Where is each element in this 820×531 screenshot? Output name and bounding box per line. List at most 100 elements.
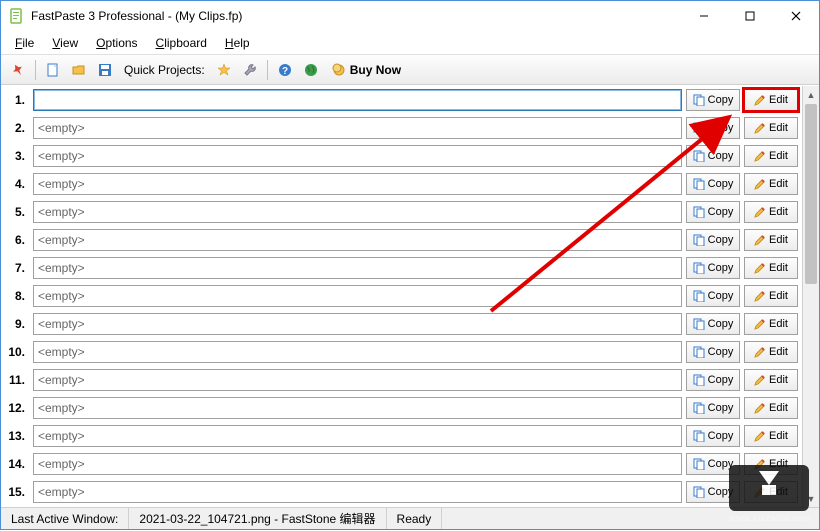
globe-icon[interactable] <box>300 59 322 81</box>
copy-button[interactable]: Copy <box>686 285 740 307</box>
coin-icon <box>332 63 346 77</box>
edit-button[interactable]: Edit <box>744 257 798 279</box>
clip-input[interactable]: <empty> <box>33 369 682 391</box>
scroll-up-icon[interactable]: ▲ <box>803 86 819 103</box>
edit-button[interactable]: Edit <box>744 369 798 391</box>
open-folder-icon[interactable] <box>68 59 90 81</box>
toolbar: Quick Projects: ? Buy Now <box>1 55 819 85</box>
clip-row: 12.<empty>CopyEdit <box>1 394 802 422</box>
clip-input[interactable]: <empty> <box>33 285 682 307</box>
clip-input[interactable]: <empty> <box>33 173 682 195</box>
copy-button[interactable]: Copy <box>686 145 740 167</box>
copy-button[interactable]: Copy <box>686 397 740 419</box>
scroll-thumb[interactable] <box>805 104 817 284</box>
clip-row: 1. CopyEdit <box>1 86 802 114</box>
wrench-icon[interactable] <box>239 59 261 81</box>
row-number: 9. <box>1 317 29 331</box>
edit-button[interactable]: Edit <box>744 453 798 475</box>
buy-now-button[interactable]: Buy Now <box>326 61 407 79</box>
separator <box>35 60 36 80</box>
copy-button[interactable]: Copy <box>686 201 740 223</box>
clip-row: 14. <empty>CopyEdit <box>1 450 802 478</box>
clip-input[interactable]: <empty> <box>33 453 682 475</box>
menu-view[interactable]: View <box>44 34 86 52</box>
clip-row: 13.<empty>CopyEdit <box>1 422 802 450</box>
clip-input[interactable]: <empty> <box>33 257 682 279</box>
edit-button[interactable]: Edit <box>744 201 798 223</box>
pin-icon[interactable] <box>7 59 29 81</box>
save-icon[interactable] <box>94 59 116 81</box>
statusbar: Last Active Window: 2021-03-22_104721.pn… <box>1 507 819 529</box>
edit-button[interactable]: Edit <box>744 397 798 419</box>
menu-help[interactable]: Help <box>217 34 258 52</box>
close-button[interactable] <box>773 1 819 31</box>
menu-clipboard[interactable]: Clipboard <box>148 34 215 52</box>
menu-options[interactable]: Options <box>88 34 145 52</box>
clip-input[interactable]: <empty> <box>33 229 682 251</box>
clip-row: 5.<empty>CopyEdit <box>1 198 802 226</box>
clip-row: 9. <empty>CopyEdit <box>1 310 802 338</box>
edit-button[interactable]: Edit <box>744 285 798 307</box>
clip-row: 4. <empty>CopyEdit <box>1 170 802 198</box>
vertical-scrollbar[interactable]: ▲ ▼ <box>802 86 819 507</box>
menubar: File View Options Clipboard Help <box>1 31 819 55</box>
minimize-button[interactable] <box>681 1 727 31</box>
star-icon[interactable] <box>213 59 235 81</box>
copy-button[interactable]: Copy <box>686 229 740 251</box>
clip-input[interactable]: <empty> <box>33 481 682 503</box>
copy-button[interactable]: Copy <box>686 89 740 111</box>
clip-input[interactable]: <empty> <box>33 117 682 139</box>
copy-button[interactable]: Copy <box>686 369 740 391</box>
clip-row: 6. <empty>CopyEdit <box>1 226 802 254</box>
edit-button[interactable]: Edit <box>744 173 798 195</box>
row-number: 6. <box>1 233 29 247</box>
clip-row: 10.<empty>CopyEdit <box>1 338 802 366</box>
clip-list: 1.CopyEdit2.<empty>CopyEdit3.<empty>Copy… <box>1 86 802 507</box>
copy-button[interactable]: Copy <box>686 341 740 363</box>
copy-button[interactable]: Copy <box>686 425 740 447</box>
help-icon[interactable]: ? <box>274 59 296 81</box>
new-file-icon[interactable] <box>42 59 64 81</box>
clip-row: 7.<empty>CopyEdit <box>1 254 802 282</box>
row-number: 2. <box>1 121 29 135</box>
status-ready: Ready <box>387 508 443 529</box>
clip-row: 3.<empty>CopyEdit <box>1 142 802 170</box>
titlebar: FastPaste 3 Professional - (My Clips.fp) <box>1 1 819 31</box>
copy-button[interactable]: Copy <box>686 453 740 475</box>
edit-button[interactable]: Edit <box>744 341 798 363</box>
clip-input[interactable] <box>33 89 682 111</box>
edit-button[interactable]: Edit <box>744 145 798 167</box>
edit-button[interactable]: Edit <box>744 425 798 447</box>
row-number: 11. <box>1 373 29 387</box>
copy-button[interactable]: Copy <box>686 117 740 139</box>
clip-input[interactable]: <empty> <box>33 313 682 335</box>
copy-button[interactable]: Copy <box>686 481 740 503</box>
clip-input[interactable]: <empty> <box>33 397 682 419</box>
edit-button[interactable]: Edit <box>744 89 798 111</box>
clip-input[interactable]: <empty> <box>33 341 682 363</box>
row-number: 1. <box>1 93 29 107</box>
edit-button[interactable]: Edit <box>744 481 798 503</box>
clip-row: 8.<empty>CopyEdit <box>1 282 802 310</box>
edit-button[interactable]: Edit <box>744 117 798 139</box>
maximize-button[interactable] <box>727 1 773 31</box>
edit-button[interactable]: Edit <box>744 313 798 335</box>
svg-text:?: ? <box>282 66 288 77</box>
clip-input[interactable]: <empty> <box>33 425 682 447</box>
edit-button[interactable]: Edit <box>744 229 798 251</box>
copy-button[interactable]: Copy <box>686 257 740 279</box>
row-number: 4. <box>1 177 29 191</box>
row-number: 15. <box>1 485 29 499</box>
copy-button[interactable]: Copy <box>686 173 740 195</box>
clip-input[interactable]: <empty> <box>33 201 682 223</box>
app-icon <box>9 8 25 24</box>
clip-row: 15. <empty>CopyEdit <box>1 478 802 506</box>
scroll-down-icon[interactable]: ▼ <box>803 490 819 507</box>
status-active-window: 2021-03-22_104721.png - FastStone 编辑器 <box>129 508 386 529</box>
clip-input[interactable]: <empty> <box>33 145 682 167</box>
clip-row: 2. <empty>CopyEdit <box>1 114 802 142</box>
copy-button[interactable]: Copy <box>686 313 740 335</box>
row-number: 14. <box>1 457 29 471</box>
status-label: Last Active Window: <box>1 508 129 529</box>
menu-file[interactable]: File <box>7 34 42 52</box>
